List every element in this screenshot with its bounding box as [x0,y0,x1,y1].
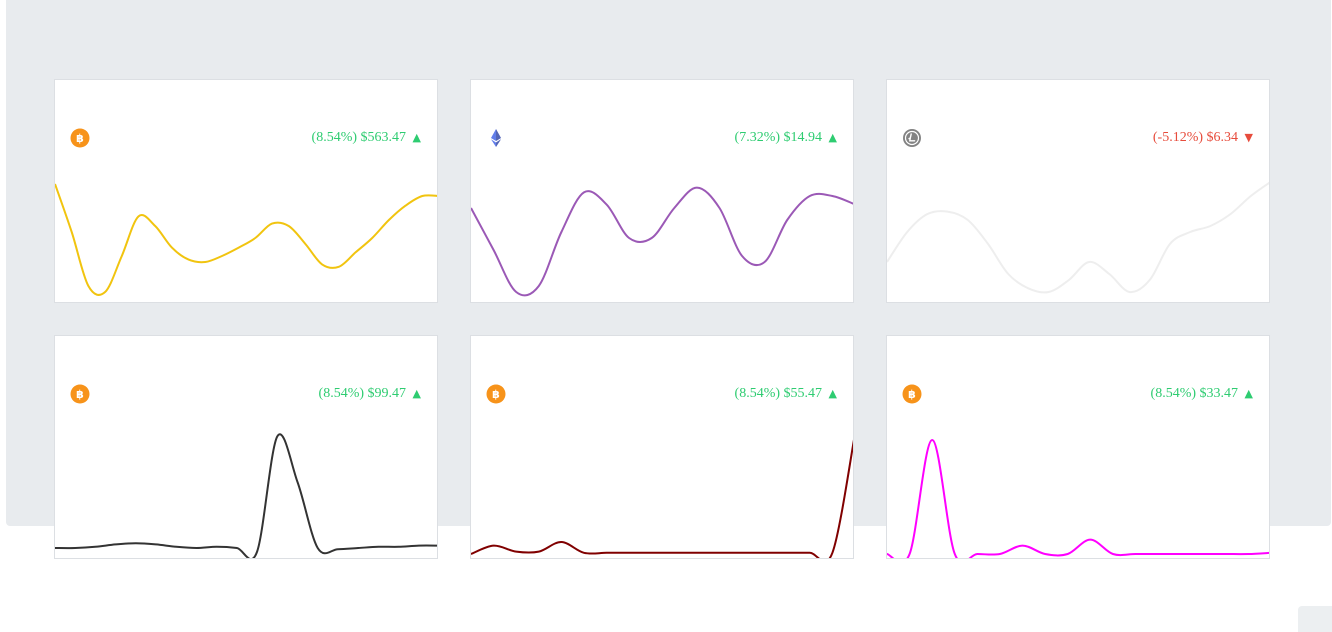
arrow-up-icon: ▲ [828,131,837,144]
price-change: (8.54%) $99.47 ▲ [319,385,421,403]
change-percent: (8.54%) [734,386,781,401]
price-value: $55.47 [783,386,823,401]
price-change: (7.32%) $14.94 ▲ [735,129,837,147]
arrow-up-icon: ▲ [1244,387,1253,400]
bitcoin-icon: ฿ [70,384,90,404]
sparkline-series [887,439,1269,558]
svg-text:฿: ฿ [908,388,916,401]
coin-card-bitcoin[interactable]: ฿ (8.54%) $33.47 ▲ [886,335,1270,559]
litecoin-icon [902,128,922,148]
bitcoin-icon: ฿ [70,128,90,148]
coin-card-bitcoin[interactable]: ฿ (8.54%) $55.47 ▲ [470,335,854,559]
price-change: (8.54%) $563.47 ▲ [312,129,421,147]
price-value: $6.34 [1206,130,1239,145]
coin-card-bitcoin[interactable]: ฿ (8.54%) $563.47 ▲ [54,79,438,303]
arrow-up-icon: ▲ [412,131,421,144]
sparkline-series [887,181,1269,294]
price-value: $563.47 [360,130,407,145]
arrow-up-icon: ▲ [412,387,421,400]
sparkline-series [55,183,437,296]
svg-text:฿: ฿ [76,388,84,401]
price-value: $99.47 [367,386,407,401]
change-percent: (7.32%) [734,130,781,145]
sparkline-chart [471,439,853,558]
change-percent: (8.54%) [318,386,365,401]
coin-card-bitcoin[interactable]: ฿ (8.54%) $99.47 ▲ [54,335,438,559]
ethereum-icon [486,128,506,148]
sparkline-series [55,433,437,558]
price-change: (8.54%) $55.47 ▲ [735,385,837,403]
sparkline-chart [55,183,437,296]
change-percent: (8.54%) [311,130,358,145]
sparkline-chart [55,433,437,558]
scroll-to-top-button[interactable] [1298,606,1332,632]
bitcoin-icon: ฿ [902,384,922,404]
price-value: $14.94 [783,130,823,145]
price-value: $33.47 [1199,386,1239,401]
sparkline-chart [887,181,1269,294]
change-percent: (-5.12%) [1152,130,1204,145]
coin-card-ethereum[interactable]: (7.32%) $14.94 ▲ [470,79,854,303]
change-percent: (8.54%) [1150,386,1197,401]
sparkline-series [471,186,853,297]
price-change: (8.54%) $33.47 ▲ [1151,385,1253,403]
coin-card-litecoin[interactable]: (-5.12%) $6.34 ▼ [886,79,1270,303]
price-change: (-5.12%) $6.34 ▼ [1153,129,1253,147]
bitcoin-icon: ฿ [486,384,506,404]
sparkline-chart [887,439,1269,558]
arrow-up-icon: ▲ [828,387,837,400]
svg-text:฿: ฿ [76,132,84,145]
sparkline-chart [471,186,853,297]
sparkline-series [471,439,853,558]
arrow-down-icon: ▼ [1244,131,1253,144]
svg-text:฿: ฿ [492,388,500,401]
